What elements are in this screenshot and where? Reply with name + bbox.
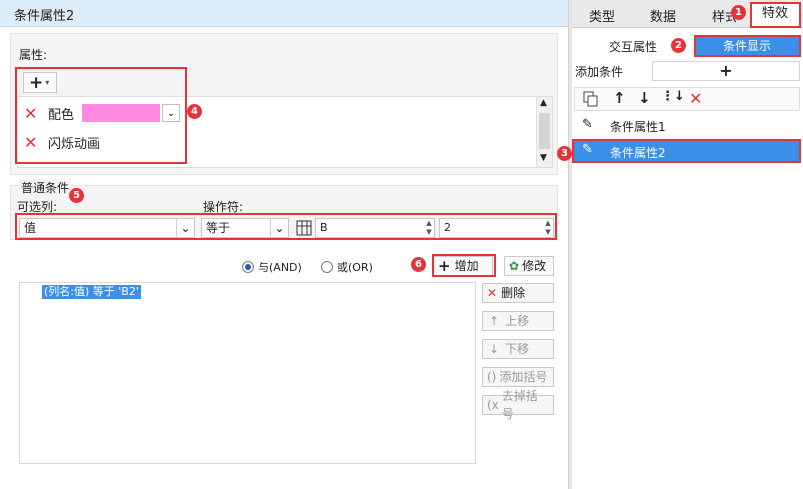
tab-data[interactable]: 数据 bbox=[650, 6, 676, 25]
delete-button-label: 删除 bbox=[501, 286, 526, 300]
move-up-button[interactable]: ↑ 上移 bbox=[482, 311, 554, 331]
copy-icon[interactable] bbox=[583, 91, 599, 107]
move-bottom-icon[interactable]: ⋮↓ bbox=[661, 89, 685, 104]
panel-title-bar: 条件属性2 bbox=[0, 0, 568, 27]
scroll-down-icon[interactable]: ▼ bbox=[540, 153, 547, 163]
subtab-interaction[interactable]: 交互属性 bbox=[609, 38, 657, 55]
radio-checked-icon bbox=[242, 261, 254, 273]
arrow-down-icon: ↓ bbox=[489, 342, 500, 356]
delete-icon[interactable]: ✕ bbox=[689, 89, 702, 108]
annotation-badge: 2 bbox=[671, 38, 686, 53]
condition-attribute-item[interactable]: ✎ 条件属性1 bbox=[572, 114, 803, 136]
arrow-up-icon: ↑ bbox=[489, 314, 500, 328]
condition-operation-area: 与(AND) 或(OR) + 增加 ✿ 修改 (列名:值) 等于 'B2' ✕ … bbox=[16, 249, 558, 469]
scroll-up-icon[interactable]: ▲ bbox=[540, 98, 547, 108]
highlight-condition-inputs bbox=[15, 213, 557, 240]
arrow-up-icon[interactable]: ↑ bbox=[613, 89, 626, 107]
normal-conditions-label: 普通条件 bbox=[19, 179, 72, 196]
annotation-badge: 4 bbox=[187, 104, 202, 119]
modify-button[interactable]: ✿ 修改 bbox=[504, 256, 554, 276]
highlight-condition-item bbox=[572, 139, 801, 163]
add-condition-button[interactable]: + bbox=[652, 61, 800, 81]
highlight-attributes bbox=[15, 67, 187, 164]
remove-bracket-button[interactable]: (x 去掉括号 bbox=[482, 389, 554, 421]
condition-list-item[interactable]: (列名:值) 等于 'B2' bbox=[42, 285, 141, 299]
radio-and[interactable]: 与(AND) bbox=[242, 259, 302, 275]
scrollbar-thumb[interactable] bbox=[539, 113, 550, 149]
move-down-button[interactable]: ↓ 下移 bbox=[482, 339, 554, 359]
annotation-badge: 6 bbox=[411, 257, 426, 272]
attributes-label: 属性: bbox=[19, 48, 48, 62]
pencil-icon: ✎ bbox=[582, 117, 593, 132]
arrow-down-icon[interactable]: ↓ bbox=[638, 89, 651, 107]
add-bracket-label: 添加括号 bbox=[499, 370, 548, 384]
move-down-label: 下移 bbox=[505, 342, 530, 356]
panel-title: 条件属性2 bbox=[14, 9, 75, 24]
highlight-effect-tab bbox=[750, 2, 801, 28]
delete-button[interactable]: ✕ 删除 bbox=[482, 283, 554, 303]
right-panel: 类型 数据 样式 特效 交互属性 条件显示 添加条件 + ↑ ↓ ⋮↓ ✕ ✎ … bbox=[572, 0, 803, 489]
annotation-badge: 1 bbox=[731, 5, 746, 20]
modify-button-label: 修改 bbox=[522, 259, 547, 273]
plus-icon: + bbox=[719, 61, 733, 80]
radio-or[interactable]: 或(OR) bbox=[321, 259, 373, 275]
remove-bracket-label: 去掉括号 bbox=[501, 389, 538, 421]
radio-unchecked-icon bbox=[321, 261, 333, 273]
remove-bracket-icon: (x bbox=[487, 398, 499, 412]
condition-list: (列名:值) 等于 'B2' bbox=[19, 282, 476, 464]
annotation-badge: 5 bbox=[69, 188, 84, 203]
radio-and-label: 与(AND) bbox=[258, 261, 302, 274]
edit-gear-icon: ✿ bbox=[509, 259, 520, 273]
attribute-list-scrollbar[interactable]: ▲ ▼ bbox=[536, 97, 552, 167]
radio-or-label: 或(OR) bbox=[337, 261, 373, 274]
condition-toolbar: ↑ ↓ ⋮↓ ✕ bbox=[574, 87, 800, 111]
condition-attribute-name: 条件属性1 bbox=[610, 120, 666, 134]
annotation-badge: 3 bbox=[557, 146, 572, 161]
add-bracket-button[interactable]: () 添加括号 bbox=[482, 367, 554, 387]
highlight-add-button bbox=[432, 254, 496, 277]
add-condition-label: 添加条件 bbox=[575, 65, 624, 79]
move-up-label: 上移 bbox=[505, 314, 530, 328]
delete-icon: ✕ bbox=[487, 286, 498, 300]
tab-type[interactable]: 类型 bbox=[589, 6, 615, 25]
bracket-icon: () bbox=[487, 370, 497, 384]
highlight-condition-display bbox=[694, 35, 801, 57]
